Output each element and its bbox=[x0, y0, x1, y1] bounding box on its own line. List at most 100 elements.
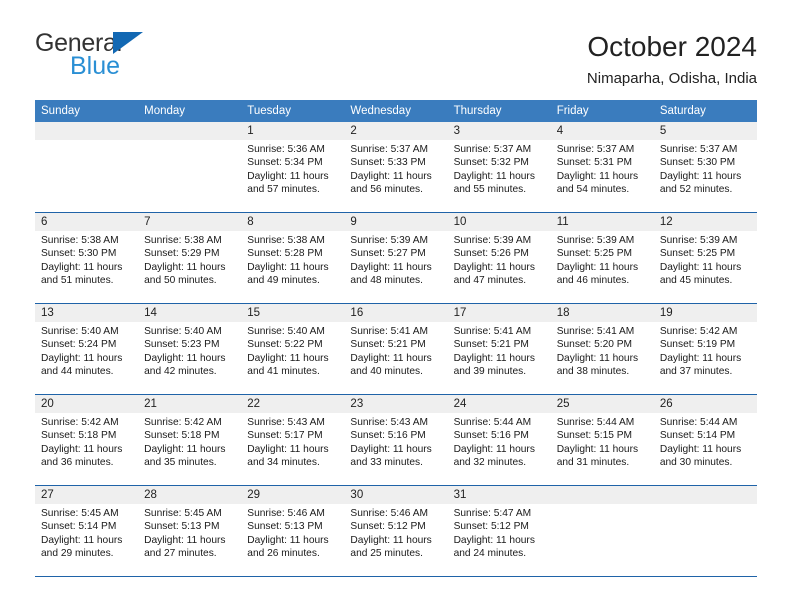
sunset-text: Sunset: 5:17 PM bbox=[247, 430, 323, 442]
day-number bbox=[550, 486, 654, 504]
day-number: 30 bbox=[344, 486, 448, 504]
day-number: 26 bbox=[653, 395, 757, 413]
sunset-text: Sunset: 5:27 PM bbox=[350, 248, 426, 260]
day-sun-info: Sunrise: 5:39 AM Sunset: 5:25 PM Daylight:… bbox=[654, 231, 757, 288]
day-sun-info: Sunrise: 5:39 AM Sunset: 5:26 PM Daylight:… bbox=[448, 231, 551, 288]
sunrise-text: Sunrise: 5:37 AM bbox=[556, 144, 635, 155]
calendar-day-cell[interactable]: 30 Sunrise: 5:46 AM Sunset: 5:12 PM Dayligh… bbox=[344, 486, 448, 577]
sunrise-text: Sunrise: 5:37 AM bbox=[453, 144, 532, 155]
sunset-text: Sunset: 5:14 PM bbox=[659, 430, 736, 442]
daylight-text: Daylight: 11 hours and 26 minutes. bbox=[247, 534, 329, 560]
day-number: 10 bbox=[447, 213, 551, 231]
sunrise-text: Sunrise: 5:45 AM bbox=[41, 508, 119, 519]
calendar-day-cell[interactable]: 12 Sunrise: 5:39 AM Sunset: 5:25 PM Dayligh… bbox=[653, 213, 757, 304]
calendar-day-cell[interactable]: 19 Sunrise: 5:42 AM Sunset: 5:19 PM Dayligh… bbox=[653, 304, 757, 395]
sunset-text: Sunset: 5:23 PM bbox=[144, 339, 220, 351]
calendar-day-cell[interactable]: 11 Sunrise: 5:39 AM Sunset: 5:25 PM Dayligh… bbox=[550, 213, 654, 304]
calendar-day-cell[interactable]: 16 Sunrise: 5:41 AM Sunset: 5:21 PM Dayligh… bbox=[344, 304, 448, 395]
day-cell-content: 22 Sunrise: 5:43 AM Sunset: 5:17 PM Dayligh… bbox=[241, 395, 345, 485]
daylight-text: Daylight: 11 hours and 35 minutes. bbox=[144, 443, 226, 469]
sunset-text: Sunset: 5:25 PM bbox=[556, 248, 633, 260]
day-sun-info: Sunrise: 5:41 AM Sunset: 5:21 PM Daylight:… bbox=[344, 322, 447, 379]
calendar-day-cell[interactable]: 25 Sunrise: 5:44 AM Sunset: 5:15 PM Dayligh… bbox=[550, 395, 654, 486]
sunrise-text: Sunrise: 5:37 AM bbox=[659, 144, 738, 155]
day-sun-info: Sunrise: 5:43 AM Sunset: 5:16 PM Daylight:… bbox=[344, 413, 447, 470]
day-number: 4 bbox=[550, 122, 654, 140]
calendar-day-cell[interactable]: 3 Sunrise: 5:37 AM Sunset: 5:32 PM Daylight… bbox=[447, 122, 551, 213]
calendar-day-cell[interactable]: 6 Sunrise: 5:38 AM Sunset: 5:30 PM Daylight… bbox=[35, 213, 139, 304]
calendar-day-cell[interactable]: 17 Sunrise: 5:41 AM Sunset: 5:21 PM Dayligh… bbox=[447, 304, 551, 395]
sunset-text: Sunset: 5:22 PM bbox=[247, 339, 323, 351]
sunrise-text: Sunrise: 5:36 AM bbox=[247, 144, 325, 155]
sunrise-text: Sunrise: 5:40 AM bbox=[144, 326, 222, 337]
day-sun-info: Sunrise: 5:36 AM Sunset: 5:34 PM Daylight:… bbox=[241, 140, 344, 197]
daylight-text: Daylight: 11 hours and 40 minutes. bbox=[350, 352, 432, 378]
daylight-text: Daylight: 11 hours and 54 minutes. bbox=[556, 170, 639, 196]
sunrise-text: Sunrise: 5:39 AM bbox=[453, 235, 532, 246]
calendar-day-cell[interactable]: 24 Sunrise: 5:44 AM Sunset: 5:16 PM Dayligh… bbox=[447, 395, 551, 486]
sunset-text: Sunset: 5:21 PM bbox=[350, 339, 426, 351]
calendar-day-cell[interactable]: 8 Sunrise: 5:38 AM Sunset: 5:28 PM Daylight… bbox=[241, 213, 345, 304]
weekday-header-thursday: Thursday bbox=[447, 100, 551, 122]
day-sun-info: Sunrise: 5:44 AM Sunset: 5:15 PM Daylight:… bbox=[551, 413, 654, 470]
day-sun-info: Sunrise: 5:37 AM Sunset: 5:33 PM Daylight:… bbox=[344, 140, 447, 197]
daylight-text: Daylight: 11 hours and 24 minutes. bbox=[453, 534, 535, 560]
sunset-text: Sunset: 5:34 PM bbox=[247, 157, 323, 169]
day-number bbox=[35, 122, 139, 140]
day-sun-info: Sunrise: 5:45 AM Sunset: 5:13 PM Daylight:… bbox=[138, 504, 241, 561]
calendar-day-cell[interactable]: 20 Sunrise: 5:42 AM Sunset: 5:18 PM Dayligh… bbox=[35, 395, 139, 486]
sunset-text: Sunset: 5:24 PM bbox=[41, 339, 117, 351]
calendar-day-cell[interactable]: 14 Sunrise: 5:40 AM Sunset: 5:23 PM Dayligh… bbox=[138, 304, 242, 395]
calendar-day-cell[interactable]: 27 Sunrise: 5:45 AM Sunset: 5:14 PM Dayligh… bbox=[35, 486, 139, 577]
calendar-day-cell[interactable]: 23 Sunrise: 5:43 AM Sunset: 5:16 PM Dayligh… bbox=[344, 395, 448, 486]
daylight-text: Daylight: 11 hours and 30 minutes. bbox=[659, 443, 742, 469]
day-number: 15 bbox=[241, 304, 345, 322]
sunrise-text: Sunrise: 5:47 AM bbox=[453, 508, 532, 519]
sunset-text: Sunset: 5:13 PM bbox=[144, 521, 220, 533]
day-cell-content: 15 Sunrise: 5:40 AM Sunset: 5:22 PM Dayligh… bbox=[241, 304, 345, 394]
calendar-day-cell[interactable]: 31 Sunrise: 5:47 AM Sunset: 5:12 PM Dayligh… bbox=[447, 486, 551, 577]
daylight-text: Daylight: 11 hours and 27 minutes. bbox=[144, 534, 226, 560]
calendar-day-cell[interactable]: 4 Sunrise: 5:37 AM Sunset: 5:31 PM Daylight… bbox=[550, 122, 654, 213]
calendar-day-cell[interactable]: 1 Sunrise: 5:36 AM Sunset: 5:34 PM Daylight… bbox=[241, 122, 345, 213]
calendar-day-cell[interactable]: 26 Sunrise: 5:44 AM Sunset: 5:14 PM Dayligh… bbox=[653, 395, 757, 486]
daylight-text: Daylight: 11 hours and 47 minutes. bbox=[453, 261, 535, 287]
calendar-day-cell[interactable]: 10 Sunrise: 5:39 AM Sunset: 5:26 PM Dayligh… bbox=[447, 213, 551, 304]
day-number bbox=[653, 486, 757, 504]
day-number: 1 bbox=[241, 122, 345, 140]
sunset-text: Sunset: 5:31 PM bbox=[556, 157, 633, 169]
calendar-day-cell[interactable]: 9 Sunrise: 5:39 AM Sunset: 5:27 PM Daylight… bbox=[344, 213, 448, 304]
weekday-header-monday: Monday bbox=[138, 100, 242, 122]
day-number bbox=[138, 122, 242, 140]
day-number: 21 bbox=[138, 395, 242, 413]
calendar-day-cell[interactable]: 18 Sunrise: 5:41 AM Sunset: 5:20 PM Dayligh… bbox=[550, 304, 654, 395]
sunrise-text: Sunrise: 5:40 AM bbox=[247, 326, 325, 337]
day-sun-info: Sunrise: 5:41 AM Sunset: 5:20 PM Daylight:… bbox=[551, 322, 654, 379]
calendar-day-cell[interactable]: 5 Sunrise: 5:37 AM Sunset: 5:30 PM Daylight… bbox=[653, 122, 757, 213]
calendar-day-cell[interactable]: 21 Sunrise: 5:42 AM Sunset: 5:18 PM Dayligh… bbox=[138, 395, 242, 486]
calendar-day-cell[interactable]: 29 Sunrise: 5:46 AM Sunset: 5:13 PM Dayligh… bbox=[241, 486, 345, 577]
page-header: General Blue October 2024 Nimaparha, Odi… bbox=[0, 0, 792, 100]
calendar-day-cell[interactable]: 28 Sunrise: 5:45 AM Sunset: 5:13 PM Dayligh… bbox=[138, 486, 242, 577]
calendar-day-cell[interactable]: 7 Sunrise: 5:38 AM Sunset: 5:29 PM Daylight… bbox=[138, 213, 242, 304]
calendar-day-cell[interactable]: 13 Sunrise: 5:40 AM Sunset: 5:24 PM Dayligh… bbox=[35, 304, 139, 395]
day-number: 8 bbox=[241, 213, 345, 231]
day-cell-content bbox=[653, 486, 757, 576]
daylight-text: Daylight: 11 hours and 39 minutes. bbox=[453, 352, 535, 378]
calendar-day-cell[interactable]: 2 Sunrise: 5:37 AM Sunset: 5:33 PM Daylight… bbox=[344, 122, 448, 213]
calendar-day-cell[interactable]: 22 Sunrise: 5:43 AM Sunset: 5:17 PM Dayligh… bbox=[241, 395, 345, 486]
sunrise-text: Sunrise: 5:45 AM bbox=[144, 508, 222, 519]
day-sun-info: Sunrise: 5:42 AM Sunset: 5:19 PM Daylight:… bbox=[654, 322, 757, 379]
day-sun-info: Sunrise: 5:40 AM Sunset: 5:24 PM Daylight:… bbox=[35, 322, 138, 379]
title-block: October 2024 Nimaparha, Odisha, India bbox=[587, 28, 757, 90]
day-cell-content: 13 Sunrise: 5:40 AM Sunset: 5:24 PM Dayligh… bbox=[35, 304, 139, 394]
daylight-text: Daylight: 11 hours and 49 minutes. bbox=[247, 261, 329, 287]
sunrise-text: Sunrise: 5:43 AM bbox=[247, 417, 325, 428]
calendar-day-cell[interactable]: 15 Sunrise: 5:40 AM Sunset: 5:22 PM Dayligh… bbox=[241, 304, 345, 395]
day-sun-info: Sunrise: 5:38 AM Sunset: 5:29 PM Daylight:… bbox=[138, 231, 241, 288]
sunrise-text: Sunrise: 5:44 AM bbox=[659, 417, 738, 428]
sunrise-sunset-calendar: Sunday Monday Tuesday Wednesday Thursday… bbox=[35, 100, 757, 576]
calendar-page: General Blue October 2024 Nimaparha, Odi… bbox=[0, 0, 792, 612]
sunset-text: Sunset: 5:18 PM bbox=[144, 430, 220, 442]
day-sun-info: Sunrise: 5:37 AM Sunset: 5:31 PM Daylight:… bbox=[551, 140, 654, 197]
